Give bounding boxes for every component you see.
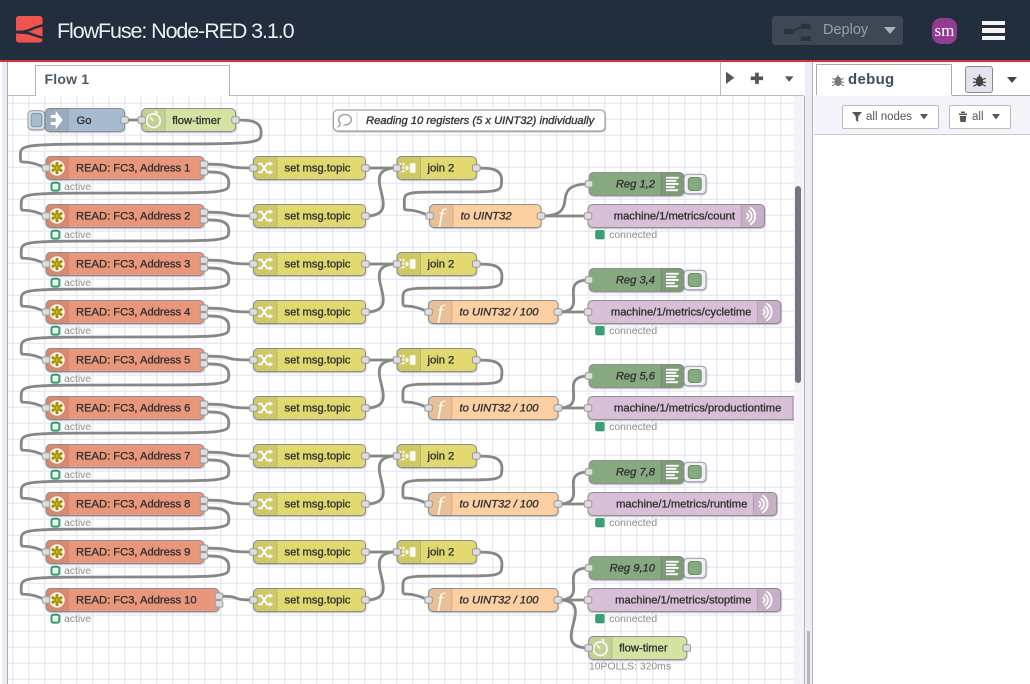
svg-text:connected: connected: [609, 230, 657, 241]
svg-text:machine/1/metrics/stoptime: machine/1/metrics/stoptime: [615, 595, 751, 607]
svg-text:join 2: join 2: [427, 451, 455, 463]
svg-text:active: active: [64, 278, 91, 289]
svg-text:connected: connected: [609, 518, 657, 529]
svg-text:active: active: [64, 182, 91, 193]
svg-text:set msg.topic: set msg.topic: [285, 163, 351, 175]
svg-text:Reg 1,2: Reg 1,2: [616, 179, 656, 191]
svg-text:connected: connected: [609, 422, 657, 433]
svg-text:Reg 9,10: Reg 9,10: [610, 563, 656, 575]
svg-text:join 2: join 2: [427, 547, 455, 559]
svg-text:Reading 10 registers (5 x UINT: Reading 10 registers (5 x UINT32) indivi…: [366, 115, 596, 127]
svg-text:set msg.topic: set msg.topic: [285, 403, 351, 415]
svg-text:join 2: join 2: [427, 355, 455, 367]
svg-text:set msg.topic: set msg.topic: [285, 211, 351, 223]
svg-text:active: active: [64, 326, 91, 337]
svg-text:READ: FC3, Address 4: READ: FC3, Address 4: [76, 307, 190, 319]
svg-text:READ: FC3, Address 9: READ: FC3, Address 9: [76, 547, 190, 559]
svg-text:set msg.topic: set msg.topic: [285, 307, 351, 319]
svg-text:10POLLS: 320ms: 10POLLS: 320ms: [589, 662, 671, 673]
svg-text:set msg.topic: set msg.topic: [285, 595, 351, 607]
svg-text:to UINT32 / 100: to UINT32 / 100: [460, 403, 540, 415]
svg-text:active: active: [64, 422, 91, 433]
svg-text:to UINT32: to UINT32: [461, 211, 513, 223]
svg-text:READ: FC3, Address 6: READ: FC3, Address 6: [76, 403, 190, 415]
svg-text:READ: FC3, Address 7: READ: FC3, Address 7: [76, 451, 190, 463]
svg-text:connected: connected: [609, 326, 657, 337]
svg-text:flow-timer: flow-timer: [172, 115, 221, 127]
svg-text:machine/1/metrics/runtime: machine/1/metrics/runtime: [616, 499, 747, 511]
svg-text:READ: FC3, Address 2: READ: FC3, Address 2: [76, 211, 190, 223]
svg-text:set msg.topic: set msg.topic: [285, 451, 351, 463]
svg-text:join 2: join 2: [427, 163, 455, 175]
svg-text:active: active: [64, 614, 91, 625]
svg-text:set msg.topic: set msg.topic: [285, 355, 351, 367]
svg-text:machine/1/metrics/count: machine/1/metrics/count: [614, 211, 736, 223]
svg-text:connected: connected: [609, 614, 657, 625]
svg-text:active: active: [64, 374, 91, 385]
svg-text:Reg 5,6: Reg 5,6: [616, 371, 656, 383]
svg-text:READ: FC3, Address 1: READ: FC3, Address 1: [76, 163, 190, 175]
svg-text:active: active: [64, 518, 91, 529]
svg-text:flow-timer: flow-timer: [619, 643, 668, 655]
svg-text:set msg.topic: set msg.topic: [285, 547, 351, 559]
svg-text:set msg.topic: set msg.topic: [285, 259, 351, 271]
svg-text:set msg.topic: set msg.topic: [285, 499, 351, 511]
svg-text:to UINT32 / 100: to UINT32 / 100: [460, 595, 540, 607]
svg-text:active: active: [64, 230, 91, 241]
svg-text:active: active: [64, 566, 91, 577]
svg-text:machine/1/metrics/cycletime: machine/1/metrics/cycletime: [611, 307, 752, 319]
svg-text:machine/1/metrics/productionti: machine/1/metrics/productiontime: [614, 403, 781, 415]
svg-text:to UINT32 / 100: to UINT32 / 100: [460, 307, 540, 319]
svg-text:READ: FC3, Address 3: READ: FC3, Address 3: [76, 259, 190, 271]
svg-text:READ: FC3, Address 5: READ: FC3, Address 5: [76, 355, 190, 367]
svg-text:READ: FC3, Address 10: READ: FC3, Address 10: [76, 595, 197, 607]
svg-text:READ: FC3, Address 8: READ: FC3, Address 8: [76, 499, 190, 511]
svg-text:Reg 3,4: Reg 3,4: [616, 275, 655, 287]
svg-text:Go: Go: [77, 115, 92, 127]
svg-text:to UINT32 / 100: to UINT32 / 100: [460, 499, 540, 511]
svg-text:join 2: join 2: [427, 259, 455, 271]
svg-text:Reg 7,8: Reg 7,8: [616, 467, 656, 479]
svg-text:active: active: [64, 470, 91, 481]
